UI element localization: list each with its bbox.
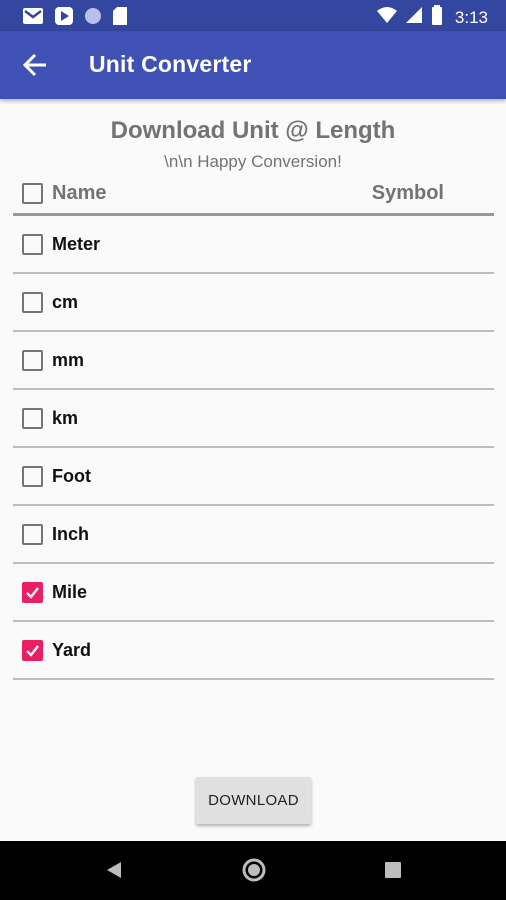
- unit-row[interactable]: km: [13, 390, 494, 448]
- unit-row[interactable]: Meter: [13, 216, 494, 274]
- wifi-icon: [376, 6, 397, 29]
- unit-checkbox[interactable]: [22, 408, 43, 429]
- page-subtitle: \n\n Happy Conversion!: [164, 152, 342, 171]
- column-symbol-header: Symbol: [371, 182, 444, 204]
- unit-row[interactable]: Inch: [13, 506, 494, 564]
- status-time: 3:13: [454, 7, 488, 27]
- unit-list: Meter cm mm km Foot Inch Mile Yard: [13, 216, 494, 680]
- sd-card-icon: [112, 6, 128, 31]
- battery-icon: [431, 5, 443, 30]
- unit-row[interactable]: Foot: [13, 448, 494, 506]
- unit-label: Meter: [52, 234, 101, 254]
- unit-label: Inch: [52, 524, 90, 544]
- arrow-back-icon[interactable]: [20, 51, 50, 79]
- unit-label: Foot: [52, 466, 91, 486]
- unit-checkbox[interactable]: [22, 234, 43, 255]
- unit-label: Mile: [52, 582, 88, 602]
- page-title: Download Unit @ Length: [110, 117, 396, 144]
- download-button[interactable]: DOWNLOAD: [196, 777, 311, 824]
- play-store-icon: [54, 6, 74, 31]
- unit-checkbox[interactable]: [22, 292, 43, 313]
- unit-row[interactable]: Yard: [13, 622, 494, 680]
- app-title: Unit Converter: [89, 51, 252, 77]
- unit-label: cm: [52, 292, 79, 312]
- unit-label: Yard: [52, 640, 92, 660]
- circle-icon: [84, 7, 102, 30]
- unit-checkbox[interactable]: [22, 582, 43, 603]
- system-icons: 3:13: [376, 5, 488, 30]
- notification-icons: [22, 6, 128, 31]
- gmail-icon: [22, 7, 44, 30]
- unit-label: mm: [52, 350, 85, 370]
- signal-icon: [405, 6, 423, 29]
- back-triangle-icon[interactable]: [103, 858, 125, 887]
- status-bar: 3:13: [0, 0, 506, 31]
- unit-checkbox[interactable]: [22, 524, 43, 545]
- unit-label: km: [52, 408, 79, 428]
- app-bar: Unit Converter: [0, 31, 506, 99]
- column-name-header: Name: [52, 182, 107, 204]
- home-circle-icon[interactable]: [241, 857, 267, 888]
- list-header: Name Symbol: [13, 176, 494, 216]
- unit-row[interactable]: cm: [13, 274, 494, 332]
- recents-square-icon[interactable]: [384, 861, 402, 884]
- unit-row[interactable]: mm: [13, 332, 494, 390]
- unit-checkbox[interactable]: [22, 350, 43, 371]
- select-all-checkbox[interactable]: [22, 183, 43, 204]
- unit-checkbox[interactable]: [22, 466, 43, 487]
- system-nav-bar: [0, 841, 506, 900]
- unit-row[interactable]: Mile: [13, 564, 494, 622]
- unit-checkbox[interactable]: [22, 640, 43, 661]
